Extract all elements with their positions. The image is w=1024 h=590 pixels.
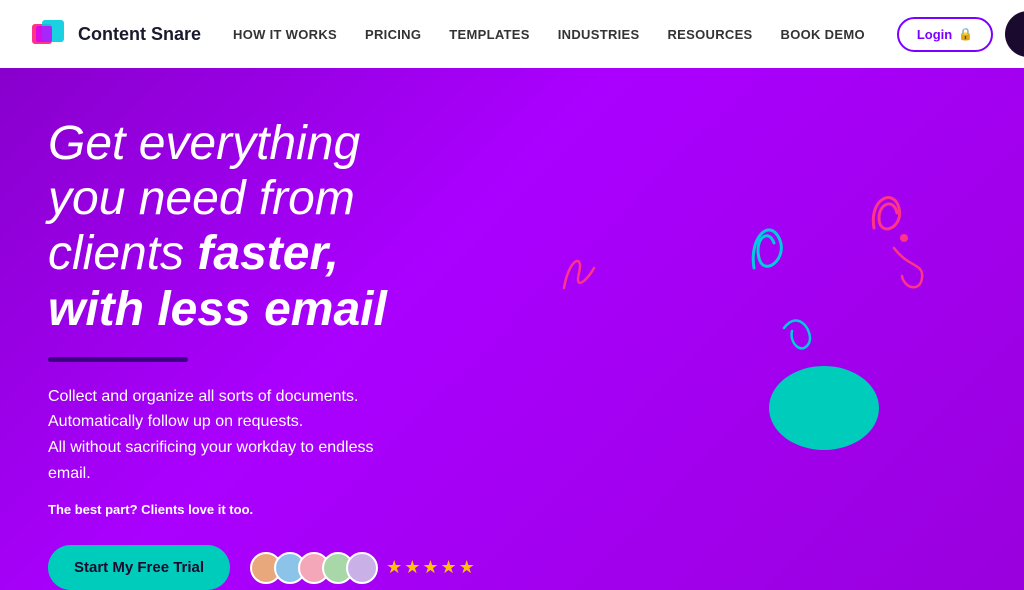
headline-line2: you need from [48, 172, 355, 225]
login-label: Login [917, 27, 952, 42]
star-rating: ★★★★★ [386, 557, 477, 578]
headline-line3: clients [48, 227, 197, 280]
nav-links: HOW IT WORKS PRICING TEMPLATES INDUSTRIE… [233, 27, 865, 42]
hero-cta-row: Start My Free Trial ★★★★★ [48, 545, 528, 590]
logo-icon [32, 16, 68, 52]
nav-pricing[interactable]: PRICING [365, 27, 421, 42]
social-proof: ★★★★★ [250, 552, 477, 584]
brand-name: Content Snare [78, 24, 201, 45]
hero-trial-label: Start My Free Trial [74, 559, 204, 576]
nav-resources[interactable]: RESOURCES [667, 27, 752, 42]
nav-book-demo[interactable]: BOOK DEMO [781, 27, 865, 42]
hero-section: Get everything you need from clients fas… [0, 68, 1024, 590]
doodle-area [684, 148, 964, 468]
scribble-decoration [554, 248, 604, 298]
login-button[interactable]: Login 🔒 [897, 17, 993, 52]
avatar-group [250, 552, 378, 584]
headline-line1: Get everything [48, 117, 360, 170]
start-trial-button[interactable]: Start My Trial → [1005, 11, 1024, 57]
headline-bold: faster, [197, 227, 338, 280]
hero-divider [48, 357, 188, 362]
nav-right: Login 🔒 Start My Trial → [897, 11, 1024, 57]
hero-description: Collect and organize all sorts of docume… [48, 384, 408, 486]
hero-trial-button[interactable]: Start My Free Trial [48, 545, 230, 590]
nav-how-it-works[interactable]: HOW IT WORKS [233, 27, 337, 42]
navbar: Content Snare HOW IT WORKS PRICING TEMPL… [0, 0, 1024, 68]
avatar-5 [346, 552, 378, 584]
headline-line4: with less email [48, 283, 387, 336]
logo[interactable]: Content Snare [32, 16, 201, 52]
lock-icon: 🔒 [958, 27, 973, 41]
nav-templates[interactable]: TEMPLATES [449, 27, 529, 42]
doodles-svg [684, 148, 964, 468]
best-part-text: The best part? Clients love it too. [48, 502, 528, 517]
hero-headline: Get everything you need from clients fas… [48, 116, 528, 337]
hero-content: Get everything you need from clients fas… [48, 116, 528, 590]
nav-industries[interactable]: INDUSTRIES [558, 27, 640, 42]
